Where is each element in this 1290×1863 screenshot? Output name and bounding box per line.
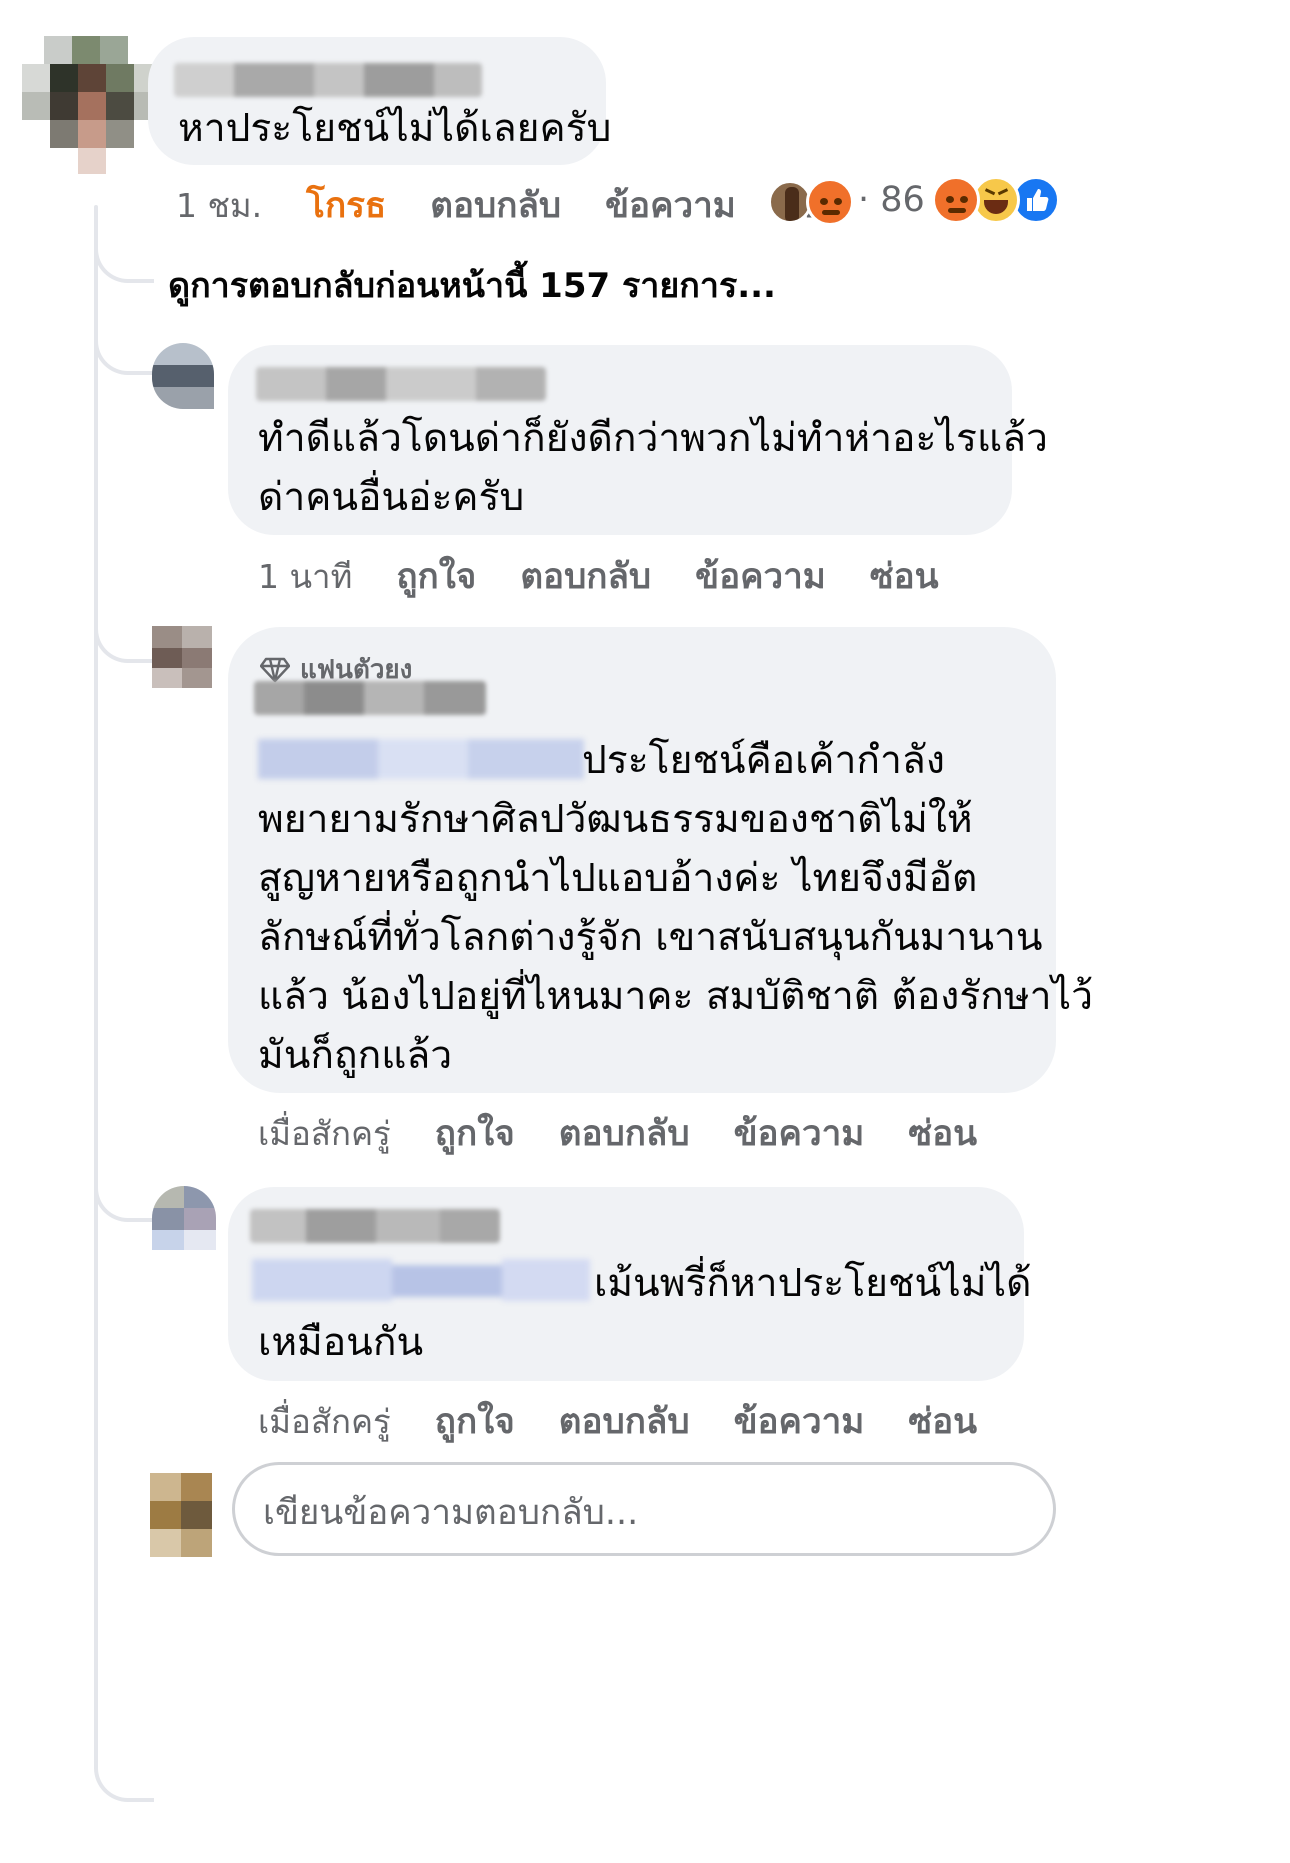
reply-time[interactable]: เมื่อสักครู่ xyxy=(258,1107,391,1160)
hide-button[interactable]: ซ่อน xyxy=(870,549,939,604)
author-name[interactable] xyxy=(250,1209,500,1243)
reply-text-line: ประโยชน์คือเค้ากำลัง xyxy=(582,738,945,783)
angry-reaction-button[interactable]: โกรธ xyxy=(306,178,386,233)
thread-connector xyxy=(94,1752,154,1802)
reply-text-line: เม้นพรี่ก็หาประโยชน์ไม่ได้ xyxy=(594,1261,1032,1306)
tagged-user[interactable] xyxy=(252,1259,590,1301)
like-button[interactable]: ถูกใจ xyxy=(435,1394,515,1449)
reply-text-line: เหมือนกัน xyxy=(258,1320,424,1365)
thread-line xyxy=(94,205,98,1755)
angry-reaction-icon xyxy=(932,176,980,224)
reply-input-placeholder: เขียนข้อความตอบกลับ... xyxy=(263,1493,639,1533)
reply-actions: 1 นาที ถูกใจ ตอบกลับ ข้อความ ซ่อน xyxy=(258,549,939,604)
hide-button[interactable]: ซ่อน xyxy=(908,1106,977,1161)
avatar[interactable] xyxy=(152,1186,216,1250)
reaction-count[interactable]: · 86 xyxy=(858,180,925,220)
hide-button[interactable]: ซ่อน xyxy=(908,1394,977,1449)
message-button[interactable]: ข้อความ xyxy=(734,1106,865,1161)
author-name[interactable] xyxy=(254,681,486,715)
comment-time[interactable]: 1 ชม. xyxy=(176,179,262,232)
diamond-icon xyxy=(260,657,290,682)
comment-actions: 1 ชม. โกรธ ตอบกลับ ข้อความ ซ่อน xyxy=(176,178,849,233)
reply-button[interactable]: ตอบกลับ xyxy=(559,1106,690,1161)
reply-button[interactable]: ตอบกลับ xyxy=(559,1394,690,1449)
author-name[interactable] xyxy=(256,367,546,401)
reply-text-line: ทำดีแล้วโดนด่าก็ยังดีกว่าพวกไม่ทำห่าอะไร… xyxy=(258,416,1048,461)
thread-connector xyxy=(94,1172,154,1222)
message-button[interactable]: ข้อความ xyxy=(605,178,736,233)
like-button[interactable]: ถูกใจ xyxy=(396,549,476,604)
angry-reaction-icon xyxy=(806,178,854,226)
reply-bubble: เม้นพรี่ก็หาประโยชน์ไม่ได้ เหมือนกัน xyxy=(228,1187,1031,1381)
reply-input[interactable]: เขียนข้อความตอบกลับ... xyxy=(232,1462,1056,1556)
reply-text-line: สูญหายหรือถูกนำไปแอบอ้างค่ะ ไทยจึงมีอัต xyxy=(258,856,978,901)
reply-text-line: มันก็ถูกแล้ว xyxy=(258,1033,453,1078)
comment-text: หาประโยชน์ไม่ได้เลยครับ xyxy=(178,106,612,151)
reply-text-line: ลักษณ์ที่ทั่วโลกต่างรู้จัก เขาสนับสนุนกั… xyxy=(258,915,1043,960)
avatar[interactable] xyxy=(152,343,214,409)
reply-text-line: ด่าคนอื่นอ่ะครับ xyxy=(258,475,525,520)
reply-button[interactable]: ตอบกลับ xyxy=(430,178,561,233)
tagged-user[interactable] xyxy=(258,739,584,779)
comment-bubble: หาประโยชน์ไม่ได้เลยครับ xyxy=(148,37,611,165)
avatar[interactable] xyxy=(150,1473,212,1557)
thread-connector xyxy=(94,613,154,663)
message-button[interactable]: ข้อความ xyxy=(734,1394,865,1449)
view-previous-replies-link[interactable]: ดูการตอบกลับก่อนหน้านี้ 157 รายการ... xyxy=(168,258,776,312)
like-button[interactable]: ถูกใจ xyxy=(435,1106,515,1161)
reply-time[interactable]: 1 นาที xyxy=(258,550,352,603)
reply-button[interactable]: ตอบกลับ xyxy=(520,549,651,604)
thread-connector xyxy=(94,233,154,283)
avatar[interactable] xyxy=(152,626,212,688)
reply-actions: เมื่อสักครู่ ถูกใจ ตอบกลับ ข้อความ ซ่อน xyxy=(258,1106,977,1161)
message-button[interactable]: ข้อความ xyxy=(695,549,826,604)
thread-connector xyxy=(94,325,154,375)
reply-text-line: แล้ว น้องไปอยู่ที่ไหนมาคะ สมบัติชาติ ต้อ… xyxy=(258,974,1093,1019)
reply-bubble: แฟนตัวยง ประโยชน์คือเค้ากำลัง พยายามรักษ… xyxy=(228,627,1093,1093)
author-name[interactable] xyxy=(174,63,482,97)
avatar[interactable] xyxy=(22,36,160,174)
reply-actions: เมื่อสักครู่ ถูกใจ ตอบกลับ ข้อความ ซ่อน xyxy=(258,1394,977,1449)
reply-time[interactable]: เมื่อสักครู่ xyxy=(258,1395,391,1448)
reply-text-line: พยายามรักษาศิลปวัฒนธรรมของชาติไม่ให้ xyxy=(258,797,973,842)
reply-bubble: ทำดีแล้วโดนด่าก็ยังดีกว่าพวกไม่ทำห่าอะไร… xyxy=(228,345,1048,535)
